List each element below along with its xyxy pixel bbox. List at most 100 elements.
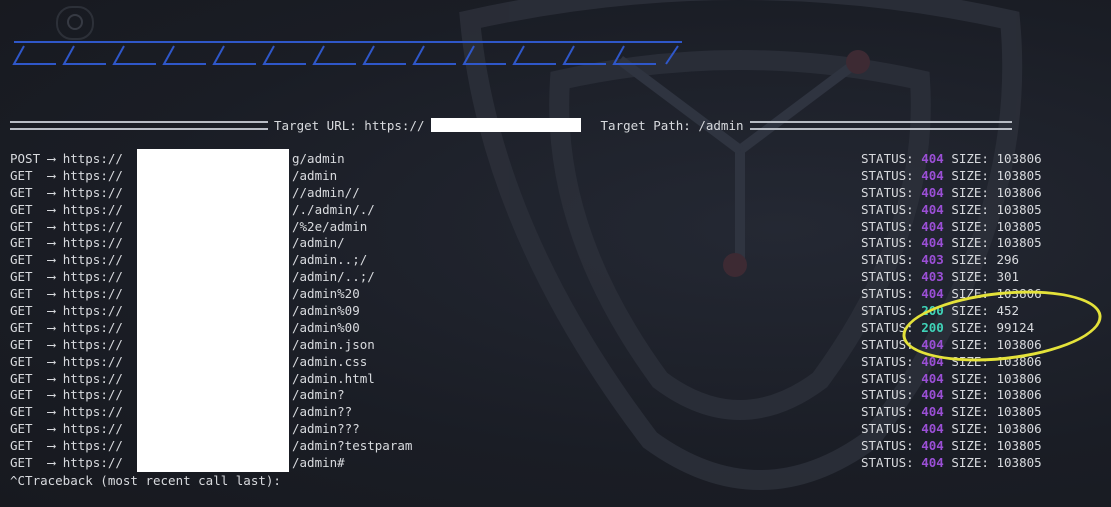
http-method: GET bbox=[10, 404, 33, 420]
status-code: 404 bbox=[921, 184, 944, 200]
url-path: /admin..;/ bbox=[292, 252, 368, 268]
http-method: GET bbox=[10, 303, 33, 319]
http-method: GET bbox=[10, 455, 33, 471]
url-scheme: https:// bbox=[62, 353, 123, 369]
url-path: /admin?? bbox=[292, 404, 353, 420]
arrow-icon: ⟶ bbox=[47, 167, 56, 183]
response-info: STATUS: 404 SIZE: 103806 bbox=[861, 185, 1042, 202]
arrow-icon: ⟶ bbox=[47, 319, 56, 335]
request-line: GET ⟶ https:// /admin bbox=[10, 167, 337, 185]
url-path: /admin%20 bbox=[292, 286, 360, 302]
request-line: GET ⟶ https:// /admin??? bbox=[10, 421, 360, 438]
status-label: STATUS: bbox=[861, 252, 914, 268]
http-method: GET bbox=[10, 252, 33, 268]
url-scheme: https:// bbox=[62, 235, 123, 251]
url-scheme: https:// bbox=[62, 303, 123, 319]
status-code: 404 bbox=[921, 455, 944, 471]
url-path: /./admin/./ bbox=[292, 201, 375, 217]
arrow-icon: ⟶ bbox=[47, 387, 56, 403]
response-info: STATUS: 404 SIZE: 103806 bbox=[861, 151, 1042, 168]
response-info: STATUS: 404 SIZE: 103806 bbox=[861, 421, 1042, 438]
arrow-icon: ⟶ bbox=[47, 269, 56, 285]
url-scheme: https:// bbox=[62, 455, 123, 471]
arrow-icon: ⟶ bbox=[47, 336, 56, 352]
status-label: STATUS: bbox=[861, 201, 914, 217]
url-path: /admin??? bbox=[292, 421, 360, 437]
status-code: 404 bbox=[921, 370, 944, 386]
status-code: 404 bbox=[921, 201, 944, 217]
traceback-line: ^CTraceback (most recent call last): bbox=[10, 473, 281, 488]
target-path-label: Target Path: /admin bbox=[600, 117, 744, 133]
response-size: 103806 bbox=[996, 151, 1042, 166]
url-path: /admin/..;/ bbox=[292, 269, 375, 285]
url-scheme: https:// bbox=[62, 286, 123, 302]
status-label: STATUS: bbox=[861, 404, 914, 420]
url-path: /admin? bbox=[292, 387, 345, 403]
target-url-label: Target URL: https:// bbox=[274, 117, 425, 133]
size-label: SIZE: bbox=[951, 252, 989, 268]
arrow-icon: ⟶ bbox=[47, 252, 56, 268]
request-line: GET ⟶ https:// /admin%09 bbox=[10, 303, 360, 320]
http-method: GET bbox=[10, 218, 33, 234]
response-info: STATUS: 404 SIZE: 103805 bbox=[861, 202, 1042, 219]
url-scheme: https:// bbox=[62, 387, 123, 403]
size-label: SIZE: bbox=[951, 218, 989, 234]
separator-left bbox=[10, 120, 268, 130]
http-method: GET bbox=[10, 201, 33, 217]
request-line: GET ⟶ https:// /admin.css bbox=[10, 353, 367, 371]
status-label: STATUS: bbox=[861, 269, 914, 285]
url-path: /admin%09 bbox=[292, 303, 360, 319]
status-label: STATUS: bbox=[861, 286, 914, 302]
status-label: STATUS: bbox=[861, 370, 914, 386]
url-scheme: https:// bbox=[62, 201, 123, 217]
request-line: GET ⟶ https:// /admin/ bbox=[10, 235, 345, 252]
status-code: 403 bbox=[921, 269, 944, 285]
url-path: //admin// bbox=[292, 184, 360, 200]
size-label: SIZE: bbox=[951, 151, 989, 166]
separator-right bbox=[749, 120, 1012, 130]
status-code: 404 bbox=[921, 235, 944, 251]
response-size: 103806 bbox=[996, 387, 1042, 403]
status-label: STATUS: bbox=[861, 303, 914, 319]
response-info: STATUS: 404 SIZE: 103805 bbox=[861, 235, 1042, 252]
terminal-window[interactable]: Target URL: https:// Target Path: /admin… bbox=[0, 0, 1111, 507]
status-label: STATUS: bbox=[861, 218, 914, 234]
arrow-icon: ⟶ bbox=[47, 421, 56, 437]
url-path: /admin# bbox=[292, 455, 345, 471]
status-code: 404 bbox=[921, 421, 944, 437]
status-label: STATUS: bbox=[861, 184, 914, 200]
target-header: Target URL: https:// Target Path: /admin bbox=[10, 117, 1060, 133]
request-line: GET ⟶ https:// /%2e/admin bbox=[10, 218, 367, 236]
arrow-icon: ⟶ bbox=[47, 218, 56, 234]
ascii-banner bbox=[12, 41, 682, 65]
url-scheme: https:// bbox=[62, 167, 123, 183]
url-path: /admin/ bbox=[292, 235, 345, 251]
status-label: STATUS: bbox=[861, 455, 914, 471]
http-method: GET bbox=[10, 167, 33, 183]
url-scheme: https:// bbox=[62, 336, 123, 352]
url-path: /%2e/admin bbox=[292, 218, 368, 234]
response-info: STATUS: 404 SIZE: 103805 bbox=[861, 455, 1042, 472]
arrow-icon: ⟶ bbox=[47, 303, 56, 319]
request-line: GET ⟶ https:// /admin.html bbox=[10, 370, 375, 388]
http-method: GET bbox=[10, 269, 33, 285]
status-label: STATUS: bbox=[861, 167, 914, 183]
size-label: SIZE: bbox=[951, 167, 989, 183]
arrow-icon: ⟶ bbox=[47, 370, 56, 386]
response-size: 296 bbox=[996, 252, 1020, 268]
arrow-icon: ⟶ bbox=[47, 404, 56, 420]
request-line: GET ⟶ https:// /admin# bbox=[10, 455, 345, 472]
status-label: STATUS: bbox=[861, 353, 914, 369]
status-label: STATUS: bbox=[861, 421, 914, 437]
url-path: /admin?testparam bbox=[292, 438, 413, 454]
http-method: GET bbox=[10, 387, 33, 403]
url-scheme: https:// bbox=[62, 184, 123, 200]
size-label: SIZE: bbox=[951, 387, 989, 403]
arrow-icon: ⟶ bbox=[47, 438, 56, 454]
http-method: GET bbox=[10, 353, 33, 369]
status-code: 404 bbox=[921, 404, 944, 420]
url-scheme: https:// bbox=[62, 319, 123, 335]
http-method: GET bbox=[10, 286, 33, 302]
http-method: GET bbox=[10, 370, 33, 386]
http-method: GET bbox=[10, 319, 33, 335]
